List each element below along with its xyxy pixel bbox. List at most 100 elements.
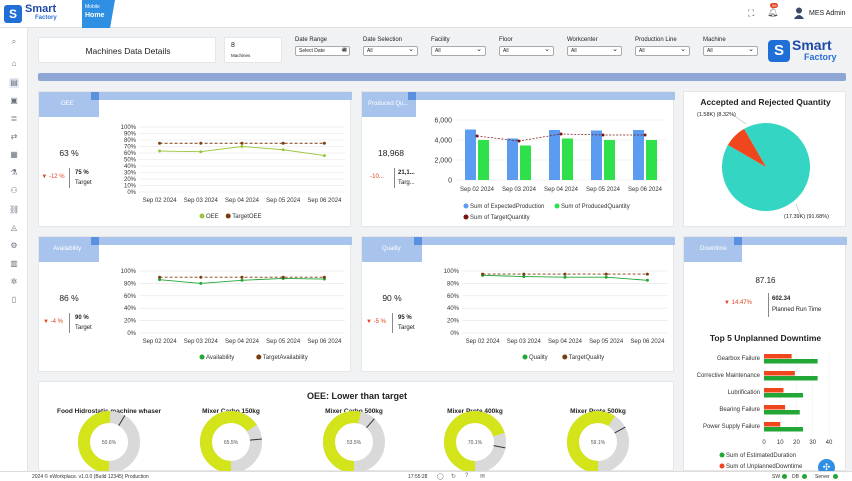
- footer-sw: SW: [772, 474, 781, 480]
- oee-chart: 0%10%20%30%40%50%60%70%80%90%100% Sep 02 …: [121, 125, 345, 220]
- produced-chart: 0 2,000 4,000 6,000 Sep 02 2024 Sep 03 2024 Se…: [434, 118, 666, 221]
- filter-machine: Machine All: [703, 37, 758, 63]
- legend-label: TargetQuality: [569, 355, 604, 361]
- sw-status-dot: [782, 474, 787, 479]
- x-tick-label: Sep 04 2024: [225, 198, 260, 204]
- footer-server: Server: [815, 474, 830, 480]
- data-point: [563, 275, 567, 279]
- machine-select[interactable]: All: [703, 45, 758, 56]
- dashboard-icon[interactable]: ▤: [9, 78, 19, 88]
- x-tick-label: Sep 02 2024: [466, 339, 501, 345]
- availability-chart: 0% 20% 40% 60% 80% 100% Sep 02 2024 Sep 03 2024…: [121, 269, 345, 361]
- oee-title: OEE: [61, 101, 74, 107]
- data-point: [240, 141, 244, 145]
- legend-label: Sum of TargetQuantity: [470, 215, 530, 221]
- data-point: [158, 141, 162, 145]
- oee-delta-text: -12 %: [48, 174, 65, 180]
- floor-select[interactable]: All: [499, 45, 554, 56]
- network-icon[interactable]: ⛓: [9, 205, 19, 215]
- x-tick-label: Sep 04 2024: [225, 339, 260, 345]
- user-name[interactable]: MES Admin: [809, 10, 846, 17]
- bell-icon[interactable]: 🔔︎: [767, 7, 778, 18]
- report-icon[interactable]: ▥: [9, 259, 19, 269]
- app-logo[interactable]: S Smart Factory: [4, 3, 76, 25]
- home-icon[interactable]: ⌂: [9, 59, 19, 69]
- refresh-icon[interactable]: ↻: [451, 473, 456, 480]
- book-icon[interactable]: ▯: [9, 295, 19, 305]
- availability-title: Availability: [53, 246, 82, 252]
- facility-select[interactable]: All: [431, 45, 486, 56]
- alert-icon[interactable]: ◬: [9, 223, 19, 233]
- y-tick-label: 40%: [124, 306, 137, 312]
- sidebar: ⌕ ⌂ ▤ ▣ ≣ ⇄ ▦ ⚗ ⚇ ⛓ ◬ ⚙ ▥ ✲ ▯: [0, 28, 28, 471]
- search-icon[interactable]: ⌕: [9, 37, 19, 47]
- home-tab[interactable]: Mobile Home: [82, 0, 115, 28]
- y-tick-label: 6,000: [434, 118, 452, 125]
- data-point: [158, 275, 162, 279]
- bar: [604, 140, 615, 180]
- data-point: [604, 275, 608, 279]
- downtime-value: 87.16: [755, 276, 776, 285]
- legend-label: Sum of UnplannedDowntime: [726, 464, 803, 470]
- produced-target-label: Targ...: [398, 180, 415, 186]
- y-tick-label: Lubrification: [728, 390, 760, 396]
- filter-facility: Facility All: [431, 37, 486, 63]
- bar: [764, 388, 784, 393]
- transfer-icon[interactable]: ⇄: [9, 132, 19, 142]
- y-tick-label: 100%: [121, 269, 137, 275]
- downtime-title: Downtime: [700, 246, 727, 252]
- workcenter-select[interactable]: All: [567, 45, 622, 56]
- x-tick-label: Sep 03 2024: [184, 198, 219, 204]
- availability-value: 86 %: [59, 293, 79, 303]
- message-icon[interactable]: ✉: [480, 473, 485, 480]
- production-line-select[interactable]: All: [635, 45, 690, 56]
- flask-icon[interactable]: ⚗: [9, 168, 19, 178]
- oee-target-value: 75 %: [75, 170, 89, 176]
- data-point: [158, 149, 162, 153]
- gear-icon[interactable]: ⚙: [9, 241, 19, 251]
- filter-date-range-label: Date Range: [295, 37, 328, 43]
- produced-title: Produced Qu...: [368, 101, 409, 107]
- x-tick-label: 20: [793, 440, 800, 446]
- users-icon[interactable]: ⚇: [9, 186, 19, 196]
- y-tick-label: Gearbox Failure: [717, 356, 761, 362]
- data-point: [645, 272, 649, 276]
- chat-icon[interactable]: ◯: [437, 473, 444, 480]
- y-tick-label: Corrective Maintenance: [697, 373, 761, 379]
- legend-marker: [522, 354, 528, 360]
- y-tick-label: 100%: [121, 125, 137, 131]
- bar: [507, 138, 518, 180]
- filter-floor-label: Floor: [499, 37, 513, 43]
- logo-text-bottom: Factory: [35, 15, 57, 21]
- machine-value: All: [707, 48, 713, 54]
- production-line-value: All: [639, 48, 645, 54]
- data-point: [281, 148, 285, 152]
- data-point: [322, 154, 326, 158]
- box-icon[interactable]: ▣: [9, 96, 19, 106]
- quality-title: Quality: [382, 246, 401, 252]
- avatar-icon[interactable]: [794, 7, 804, 19]
- data-point: [240, 145, 244, 148]
- help-icon[interactable]: ?: [465, 473, 468, 479]
- x-tick-label: Sep 06 2024: [628, 187, 663, 193]
- facility-value: All: [435, 48, 441, 54]
- machines-count: 8: [231, 42, 235, 49]
- filter-date-range: Date Range Select Date ▦: [295, 37, 350, 63]
- bar: [549, 130, 560, 180]
- settings-icon[interactable]: ✲: [9, 277, 19, 287]
- filter-date-selection: Date Selection All: [363, 37, 418, 63]
- y-tick-label: 100%: [444, 269, 460, 275]
- filter-facility-label: Facility: [431, 37, 450, 43]
- date-range-input[interactable]: Select Date ▦: [295, 45, 350, 56]
- list-icon[interactable]: ≣: [9, 114, 19, 124]
- calendar-icon[interactable]: ▦: [9, 150, 19, 160]
- accepted-card: Accepted and Rejected Quantity (1.58K) (…: [683, 91, 846, 227]
- date-selection-select[interactable]: All: [363, 45, 418, 56]
- fullscreen-icon[interactable]: ⛶: [748, 8, 754, 19]
- bar: [562, 138, 573, 180]
- legend-label: Sum of ExpectedProduction: [470, 204, 544, 210]
- y-tick-label: 60%: [447, 294, 460, 300]
- x-tick-label: Sep 05 2024: [586, 187, 621, 193]
- bar: [764, 410, 800, 415]
- downtime-card: Downtime 87.16 ▼ 14.47% 602.34 Planned R…: [683, 236, 847, 476]
